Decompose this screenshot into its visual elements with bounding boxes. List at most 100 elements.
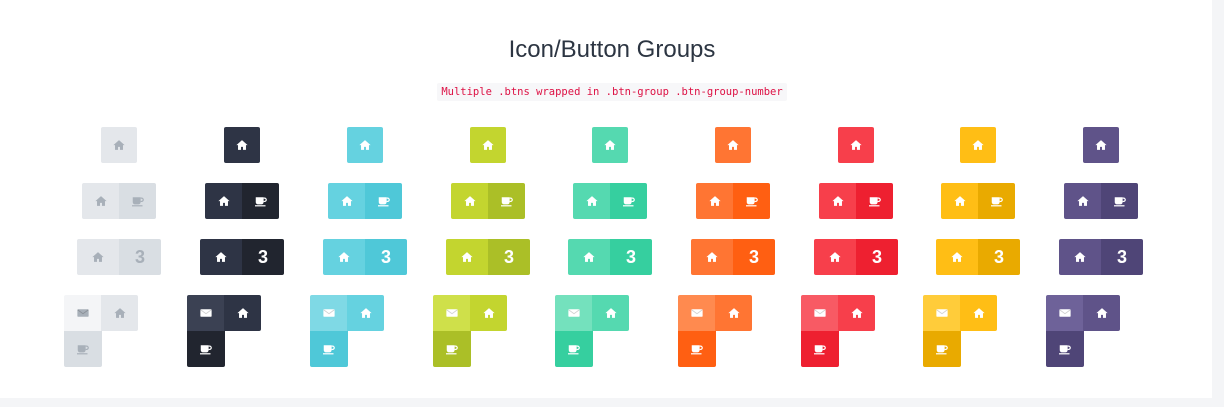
pair-home-button[interactable] bbox=[819, 183, 856, 219]
grid-coffee-button[interactable] bbox=[310, 331, 348, 367]
single-icon-button[interactable] bbox=[470, 127, 506, 163]
number-value-button[interactable]: 3 bbox=[1101, 239, 1143, 275]
coffee-icon bbox=[77, 343, 89, 355]
number-home-button[interactable] bbox=[446, 239, 488, 275]
home-icon bbox=[585, 195, 598, 207]
number-home-button[interactable] bbox=[1059, 239, 1101, 275]
number-home-button[interactable] bbox=[323, 239, 365, 275]
pair-coffee-button[interactable] bbox=[242, 183, 279, 219]
envelope-icon bbox=[813, 307, 826, 319]
number-label: 3 bbox=[625, 246, 636, 267]
coffee-icon bbox=[814, 343, 826, 355]
home-icon bbox=[727, 139, 739, 151]
home-icon bbox=[215, 251, 227, 263]
grid-home-button[interactable] bbox=[470, 295, 507, 331]
grid-envelope-button[interactable] bbox=[801, 295, 838, 331]
pair-home-button[interactable] bbox=[941, 183, 978, 219]
envelope-icon bbox=[199, 307, 212, 319]
pair-home-button[interactable] bbox=[1064, 183, 1101, 219]
coffee-icon bbox=[200, 343, 212, 355]
grid-envelope-button[interactable] bbox=[678, 295, 715, 331]
home-icon bbox=[850, 139, 862, 151]
number-label: 3 bbox=[257, 246, 268, 267]
envelope-icon bbox=[322, 307, 335, 319]
home-icon bbox=[708, 195, 721, 207]
pair-home-button[interactable] bbox=[451, 183, 488, 219]
grid-home-button[interactable] bbox=[224, 295, 261, 331]
pair-home-button[interactable] bbox=[573, 183, 610, 219]
coffee-icon bbox=[868, 195, 881, 207]
single-icon-button[interactable] bbox=[1083, 127, 1119, 163]
grid-coffee-button[interactable] bbox=[801, 331, 839, 367]
single-icon-button[interactable] bbox=[715, 127, 751, 163]
grid-envelope-button[interactable] bbox=[64, 295, 101, 331]
number-value-button[interactable]: 3 bbox=[488, 239, 530, 275]
pair-coffee-button[interactable] bbox=[733, 183, 770, 219]
number-value-button[interactable]: 3 bbox=[365, 239, 407, 275]
grid-home-button[interactable] bbox=[1083, 295, 1120, 331]
number-value-button[interactable]: 3 bbox=[978, 239, 1020, 275]
number-label: 3 bbox=[1116, 246, 1127, 267]
number-home-button[interactable] bbox=[814, 239, 856, 275]
single-icon-button[interactable] bbox=[960, 127, 996, 163]
single-icon-button[interactable] bbox=[838, 127, 874, 163]
envelope-icon bbox=[445, 307, 458, 319]
grid-envelope-button[interactable] bbox=[433, 295, 470, 331]
home-icon bbox=[236, 307, 249, 319]
pair-coffee-button[interactable] bbox=[1101, 183, 1138, 219]
home-icon bbox=[951, 251, 963, 263]
pair-coffee-button[interactable] bbox=[978, 183, 1015, 219]
pair-home-button[interactable] bbox=[696, 183, 733, 219]
grid-home-button[interactable] bbox=[838, 295, 875, 331]
number-label: 3 bbox=[993, 246, 1004, 267]
pair-home-button[interactable] bbox=[328, 183, 365, 219]
number-home-button[interactable] bbox=[936, 239, 978, 275]
number-value-button[interactable]: 3 bbox=[856, 239, 898, 275]
grid-coffee-button[interactable] bbox=[1046, 331, 1084, 367]
pair-coffee-button[interactable] bbox=[119, 183, 156, 219]
single-icon-button[interactable] bbox=[592, 127, 628, 163]
single-icon-button[interactable] bbox=[101, 127, 137, 163]
grid-envelope-button[interactable] bbox=[1046, 295, 1083, 331]
number-value-button[interactable]: 3 bbox=[242, 239, 284, 275]
number-home-button[interactable] bbox=[691, 239, 733, 275]
coffee-icon bbox=[936, 343, 948, 355]
pair-coffee-button[interactable] bbox=[856, 183, 893, 219]
number-home-button[interactable] bbox=[200, 239, 242, 275]
grid-coffee-button[interactable] bbox=[64, 331, 102, 367]
pair-home-button[interactable] bbox=[205, 183, 242, 219]
grid-home-button[interactable] bbox=[960, 295, 997, 331]
number-home-button[interactable] bbox=[77, 239, 119, 275]
grid-home-button[interactable] bbox=[592, 295, 629, 331]
pair-coffee-button[interactable] bbox=[488, 183, 525, 219]
grid-coffee-button[interactable] bbox=[555, 331, 593, 367]
number-value-button[interactable]: 3 bbox=[733, 239, 775, 275]
pair-coffee-button[interactable] bbox=[365, 183, 402, 219]
home-icon bbox=[604, 139, 616, 151]
grid-envelope-button[interactable] bbox=[555, 295, 592, 331]
envelope-icon bbox=[690, 307, 703, 319]
grid-envelope-button[interactable] bbox=[310, 295, 347, 331]
single-icon-button[interactable] bbox=[224, 127, 260, 163]
pair-coffee-button[interactable] bbox=[610, 183, 647, 219]
single-icon-button[interactable] bbox=[347, 127, 383, 163]
home-icon bbox=[217, 195, 230, 207]
grid-home-button[interactable] bbox=[101, 295, 138, 331]
grid-envelope-button[interactable] bbox=[923, 295, 960, 331]
home-icon bbox=[359, 307, 372, 319]
grid-coffee-button[interactable] bbox=[187, 331, 225, 367]
coffee-icon bbox=[691, 343, 703, 355]
grid-home-button[interactable] bbox=[715, 295, 752, 331]
grid-envelope-button[interactable] bbox=[187, 295, 224, 331]
code-snippet-wrap: Multiple .btns wrapped in .btn-group .bt… bbox=[0, 82, 1224, 101]
home-icon bbox=[94, 195, 107, 207]
number-label: 3 bbox=[380, 246, 391, 267]
grid-home-button[interactable] bbox=[347, 295, 384, 331]
number-home-button[interactable] bbox=[568, 239, 610, 275]
number-value-button[interactable]: 3 bbox=[610, 239, 652, 275]
pair-home-button[interactable] bbox=[82, 183, 119, 219]
grid-coffee-button[interactable] bbox=[433, 331, 471, 367]
grid-coffee-button[interactable] bbox=[923, 331, 961, 367]
grid-coffee-button[interactable] bbox=[678, 331, 716, 367]
number-value-button[interactable]: 3 bbox=[119, 239, 161, 275]
